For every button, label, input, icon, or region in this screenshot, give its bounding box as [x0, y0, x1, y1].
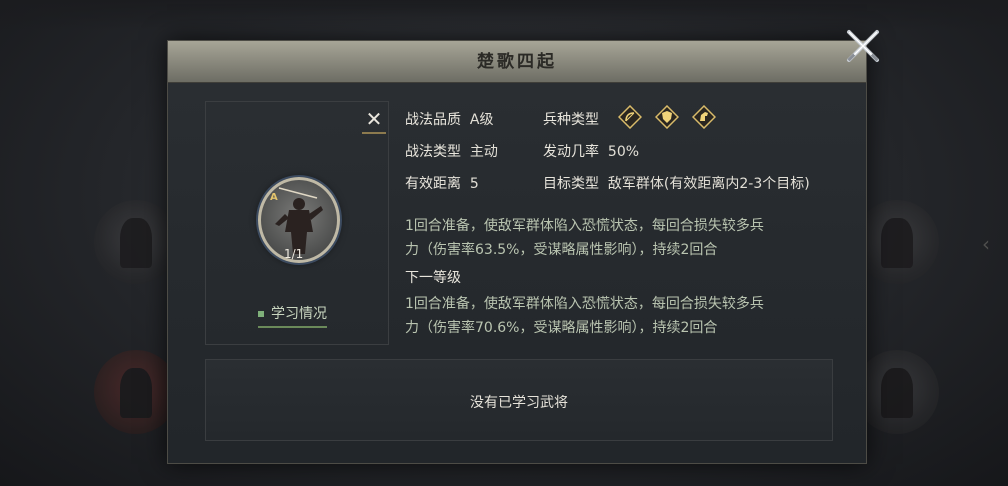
attr-target-value: 敌军群体(有效距离内2-3个目标) — [607, 176, 810, 192]
attr-quality-label: 战法品质 — [405, 112, 461, 128]
no-learned-generals-text: 没有已学习武将 — [470, 395, 568, 411]
square-bullet-icon — [258, 311, 264, 317]
current-effect-line: 1回合准备，使敌军群体陷入恐慌状态，每回合损失较多兵 — [405, 218, 764, 234]
attr-target: 目标类型 敌军群体(有效距离内2-3个目标) — [543, 173, 810, 193]
background-general-card — [855, 200, 939, 284]
current-effect-description: 1回合准备，使敌军群体陷入恐慌状态，每回合损失较多兵 力（伤害率63.5%，受谋… — [405, 214, 825, 262]
background-arrow-icon: ‹ — [982, 232, 990, 256]
background-general-card — [94, 350, 178, 434]
attr-rate-label: 发动几率 — [543, 144, 599, 160]
background-general-card — [94, 200, 178, 284]
attr-rate-value: 50% — [607, 144, 640, 160]
x-icon[interactable]: ✕ — [362, 108, 386, 134]
skill-level: 1/1 — [284, 247, 304, 261]
attr-troop: 兵种类型 — [543, 109, 599, 129]
attr-troop-label: 兵种类型 — [543, 112, 599, 128]
attr-type: 战法类型 主动 — [405, 141, 498, 161]
study-status-link[interactable]: 学习情况 — [258, 303, 327, 328]
attr-type-label: 战法类型 — [405, 144, 461, 160]
attr-quality: 战法品质 A级 — [405, 109, 493, 129]
current-effect-line: 力（伤害率63.5%，受谋略属性影响），持续2回合 — [405, 242, 718, 258]
study-status-label: 学习情况 — [271, 306, 327, 322]
dialog-title: 楚歌四起 — [477, 52, 557, 72]
next-effect-line: 力（伤害率70.6%，受谋略属性影响），持续2回合 — [405, 320, 718, 336]
horse-icon — [691, 104, 717, 130]
next-effect-line: 1回合准备，使敌军群体陷入恐慌状态，每回合损失较多兵 — [405, 296, 764, 312]
attr-range: 有效距离 5 — [405, 173, 479, 193]
attr-target-label: 目标类型 — [543, 176, 599, 192]
bow-icon — [617, 104, 643, 130]
next-level-description: 1回合准备，使敌军群体陷入恐慌状态，每回合损失较多兵 力（伤害率70.6%，受谋… — [405, 292, 825, 340]
attr-rate: 发动几率 50% — [543, 141, 639, 161]
attr-quality-value: A级 — [469, 112, 494, 128]
attr-range-label: 有效距离 — [405, 176, 461, 192]
crossed-swords-close-icon[interactable] — [843, 26, 883, 66]
next-level-title: 下一等级 — [405, 270, 461, 286]
skill-rank-badge: A — [270, 192, 278, 203]
attr-range-value: 5 — [469, 176, 479, 192]
shield-icon — [654, 104, 680, 130]
background-general-card — [855, 350, 939, 434]
attr-type-value: 主动 — [469, 144, 498, 160]
